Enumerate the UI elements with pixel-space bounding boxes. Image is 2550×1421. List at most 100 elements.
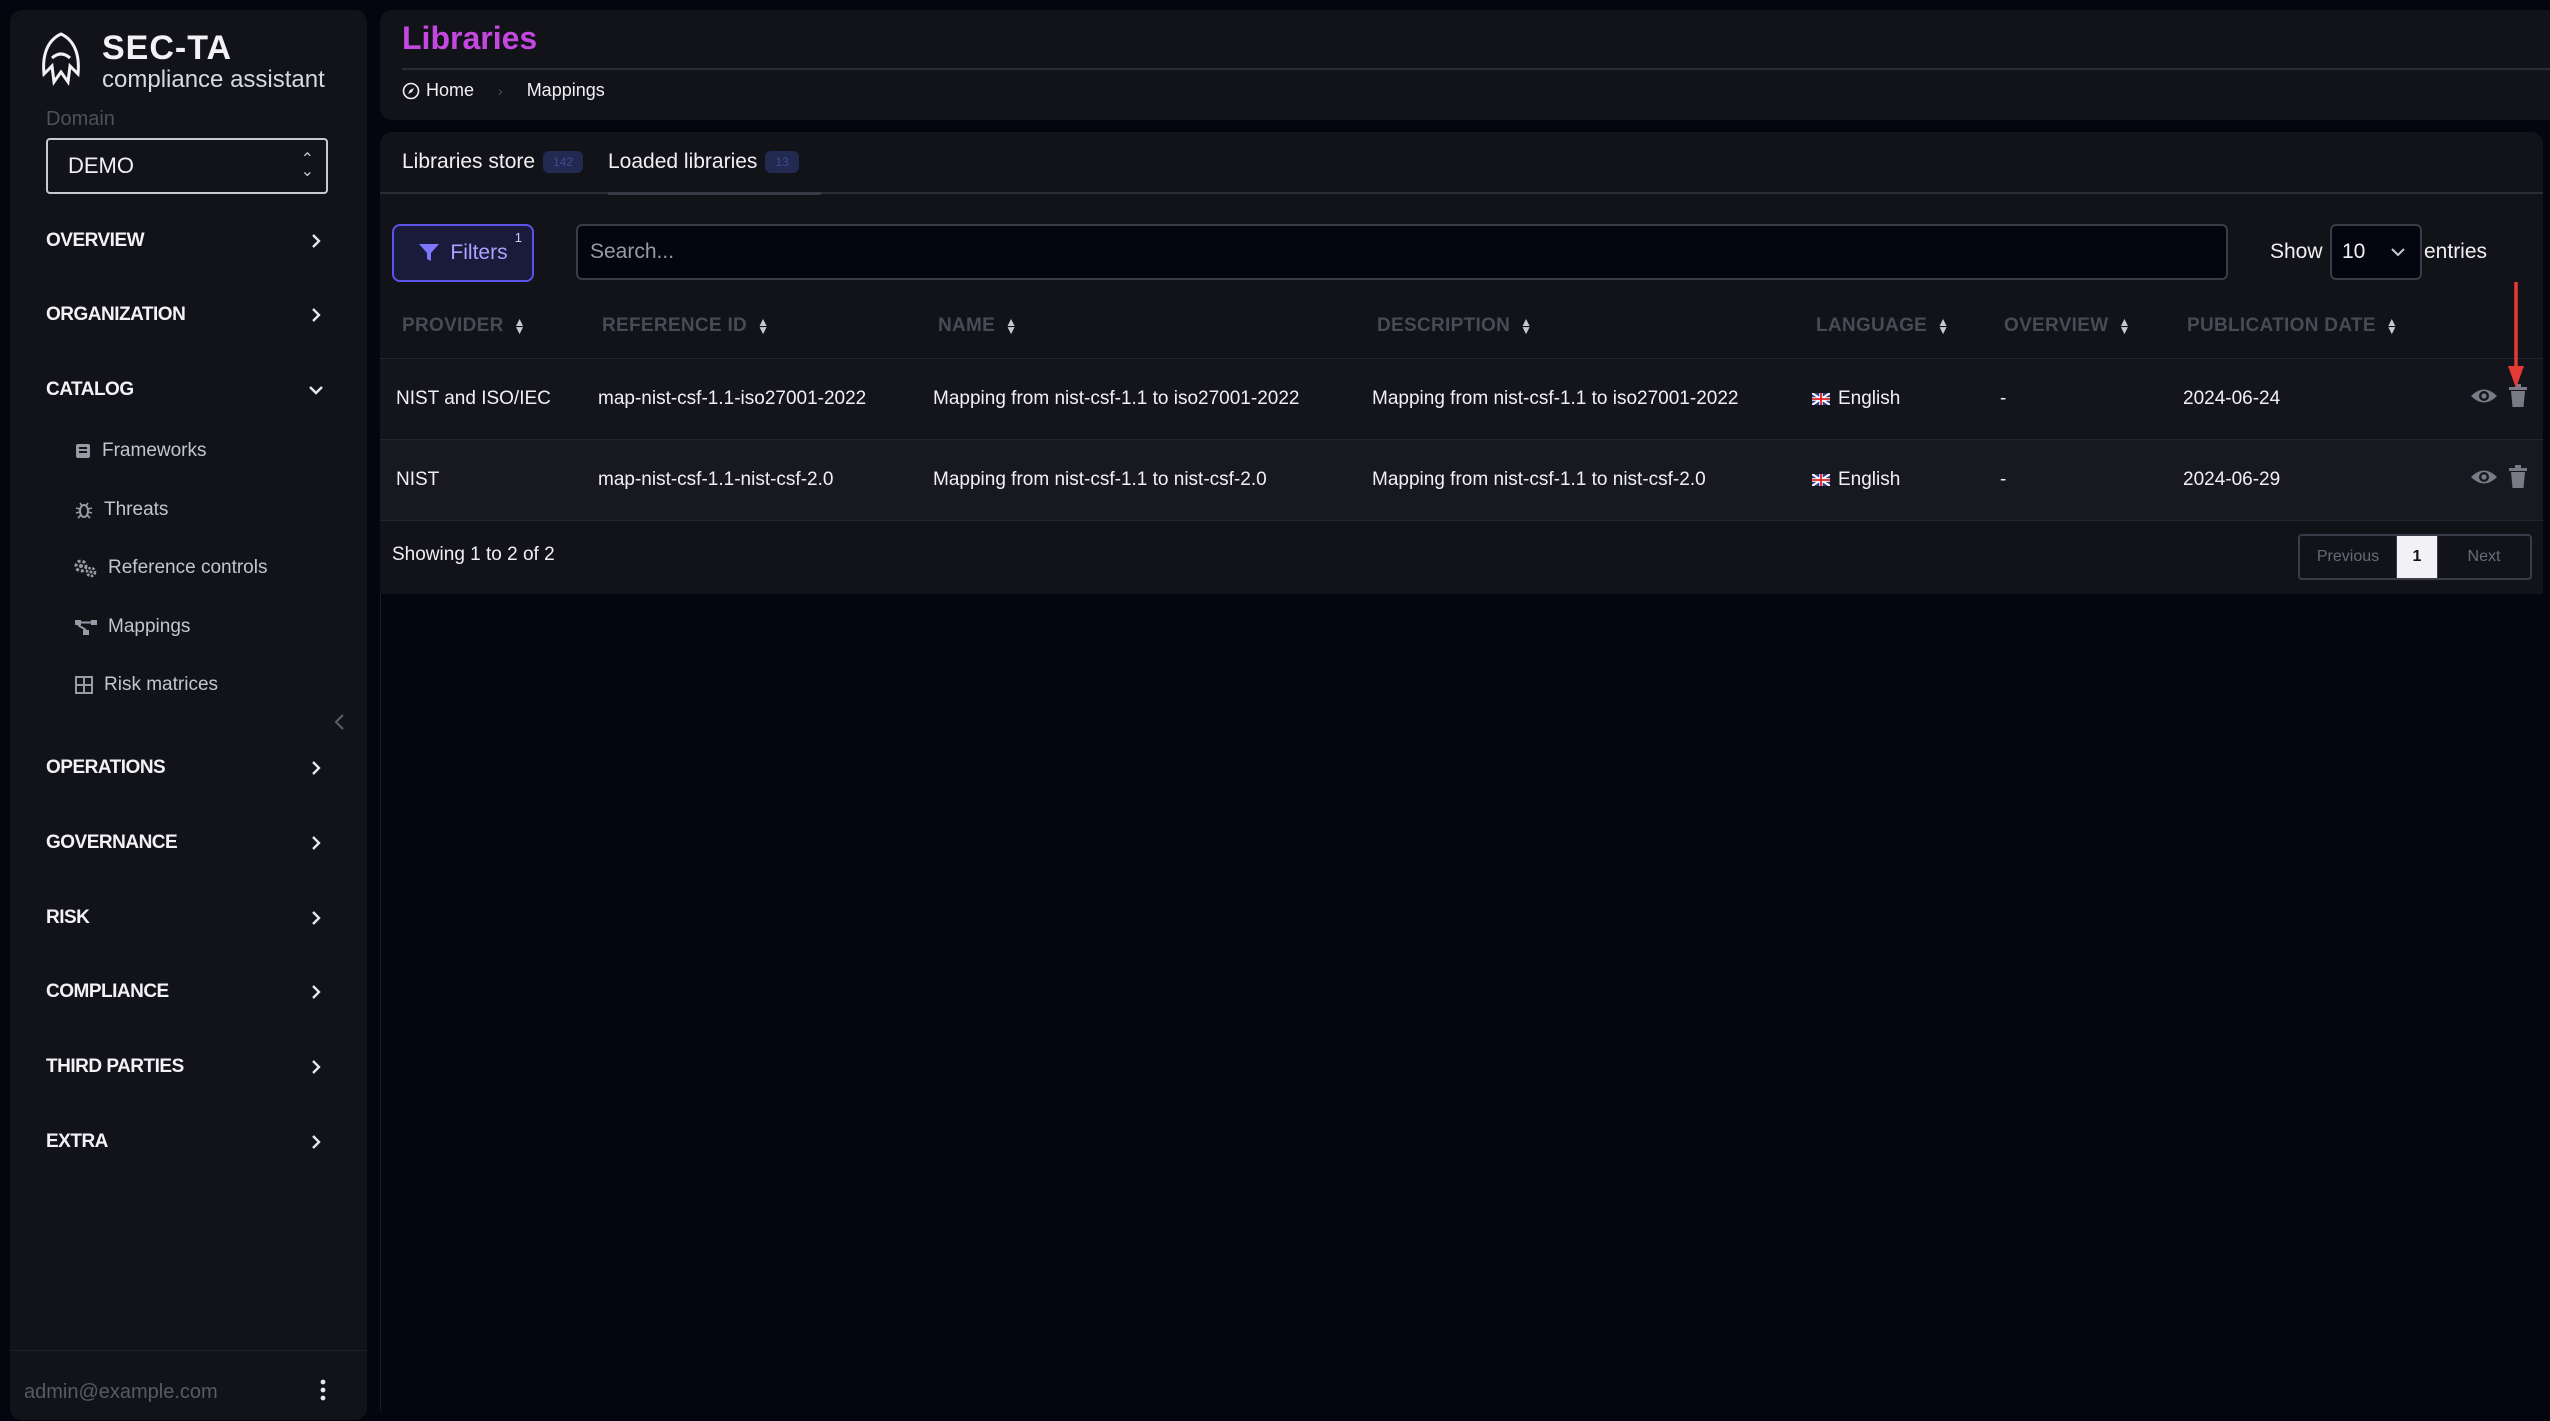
table-header: PROVIDER ▲ ▼ REFERENCE ID ▲ ▼ NAME ▲ ▼ DESCRIP… — [380, 294, 2543, 359]
user-email[interactable]: admin@example.com — [24, 1381, 218, 1404]
language-label: English — [1838, 469, 1901, 490]
column-label: OVERVIEW — [2004, 315, 2109, 336]
updown-icon: ⌃ ⌄ — [300, 151, 314, 180]
cell-language: English — [1812, 359, 1900, 439]
nav-third-parties[interactable]: THIRD PARTIES — [46, 1047, 326, 1087]
sidebar-item-frameworks[interactable]: Frameworks — [74, 433, 207, 469]
column-header-publication-date[interactable]: PUBLICATION DATE ▲ ▼ — [2187, 294, 2398, 358]
cell-description: Mapping from nist-csf-1.1 to iso27001-20… — [1372, 388, 1739, 409]
column-label: DESCRIPTION — [1377, 315, 1511, 336]
collapse-sidebar-icon[interactable] — [330, 710, 350, 734]
cell-provider: NIST and ISO/IEC — [396, 388, 551, 409]
tab-libraries-store[interactable]: Libraries store 142 — [402, 132, 584, 192]
entries-select[interactable]: 10 — [2330, 224, 2422, 280]
tab-loaded-libraries[interactable]: Loaded libraries 13 — [608, 132, 821, 195]
nav-compliance[interactable]: COMPLIANCE — [46, 972, 326, 1012]
domain-value: DEMO — [68, 153, 134, 178]
nav-extra[interactable]: EXTRA — [46, 1122, 326, 1162]
filters-button[interactable]: Filters 1 — [392, 224, 534, 282]
page-header: Libraries Home › Mappings — [380, 10, 2550, 120]
chevron-down-icon — [2391, 248, 2405, 257]
nav-catalog[interactable]: CATALOG — [46, 370, 326, 410]
brand[interactable]: SEC-TA compliance assistant — [38, 30, 325, 94]
count-badge: 142 — [543, 151, 584, 173]
column-header-overview[interactable]: OVERVIEW ▲ ▼ — [2004, 294, 2131, 358]
search-input[interactable] — [576, 224, 2228, 280]
column-header-language[interactable]: LANGUAGE ▲ ▼ — [1816, 294, 1949, 358]
column-header-reference-id[interactable]: REFERENCE ID ▲ ▼ — [602, 294, 769, 358]
table-row[interactable]: NIST map-nist-csf-1.1-nist-csf-2.0 Mappi… — [380, 440, 2543, 521]
sidebar-item-mappings[interactable]: Mappings — [74, 609, 190, 645]
nav-label: ORGANIZATION — [46, 304, 186, 325]
chevron-right-icon — [312, 1135, 321, 1149]
column-header-name[interactable]: NAME ▲ ▼ — [938, 294, 1017, 358]
cell-name: Mapping from nist-csf-1.1 to iso27001-20… — [933, 388, 1300, 409]
nav-governance[interactable]: GOVERNANCE — [46, 823, 326, 863]
sort-icon: ▲ ▼ — [2118, 315, 2131, 337]
column-header-provider[interactable]: PROVIDER ▲ ▼ — [402, 294, 526, 358]
domain-select[interactable]: DEMO ⌃ ⌄ — [46, 138, 328, 194]
eye-icon[interactable] — [2469, 385, 2499, 407]
table-row[interactable]: NIST and ISO/IEC map-nist-csf-1.1-iso270… — [380, 359, 2543, 440]
sidebar-item-label: Threats — [104, 499, 169, 520]
brand-subtitle: compliance assistant — [102, 66, 325, 93]
cell-reference-id: map-nist-csf-1.1-nist-csf-2.0 — [598, 469, 834, 490]
sidebar-item-reference-controls[interactable]: Reference controls — [74, 550, 267, 586]
previous-page-button[interactable]: Previous — [2300, 536, 2397, 578]
column-label: PROVIDER — [402, 315, 504, 336]
nav-label: OVERVIEW — [46, 230, 145, 251]
trash-icon[interactable] — [2507, 464, 2529, 490]
cell-reference-id: map-nist-csf-1.1-iso27001-2022 — [598, 388, 867, 409]
cell-overview: - — [2000, 388, 2007, 409]
nav-risk[interactable]: RISK — [46, 898, 326, 938]
column-label: PUBLICATION DATE — [2187, 315, 2376, 336]
nav-organization[interactable]: ORGANIZATION — [46, 295, 326, 335]
nav-operations[interactable]: OPERATIONS — [46, 748, 326, 788]
logo-icon — [42, 32, 80, 87]
chevron-right-icon — [312, 911, 321, 925]
language-label: English — [1838, 388, 1901, 409]
show-label: Show — [2270, 240, 2323, 263]
bug-icon — [75, 502, 93, 519]
sidebar-item-threats[interactable]: Threats — [74, 492, 168, 528]
next-page-button[interactable]: Next — [2437, 536, 2530, 578]
compass-icon — [402, 82, 420, 99]
breadcrumb-separator: › — [498, 82, 503, 99]
sort-icon: ▲ ▼ — [757, 315, 770, 337]
diagram-icon — [75, 620, 97, 635]
sidebar-item-risk-matrices[interactable]: Risk matrices — [74, 667, 218, 703]
tab-label: Libraries store — [402, 150, 536, 173]
uk-flag-icon — [1812, 393, 1830, 405]
entries-value: 10 — [2342, 240, 2366, 263]
breadcrumb-home[interactable]: Home — [426, 80, 474, 101]
sidebar-item-label: Mappings — [108, 616, 191, 637]
column-label: NAME — [938, 315, 996, 336]
eye-icon[interactable] — [2469, 466, 2499, 488]
nav-label: COMPLIANCE — [46, 981, 169, 1002]
column-label: REFERENCE ID — [602, 315, 748, 336]
entries-label: entries — [2424, 240, 2488, 263]
sort-icon: ▲ ▼ — [1937, 315, 1950, 337]
cell-publication-date: 2024-06-24 — [2183, 388, 2281, 409]
more-vertical-icon[interactable] — [317, 1377, 329, 1403]
cell-provider: NIST — [396, 469, 440, 490]
sidebar-item-label: Reference controls — [108, 557, 268, 578]
cell-overview: - — [2000, 469, 2007, 490]
domain-label: Domain — [46, 108, 115, 130]
gears-icon — [74, 559, 97, 578]
column-header-description[interactable]: DESCRIPTION ▲ ▼ — [1377, 294, 1532, 358]
cell-name: Mapping from nist-csf-1.1 to nist-csf-2.… — [933, 469, 1267, 490]
sidebar: SEC-TA compliance assistant Domain DEMO … — [10, 10, 367, 1420]
nav-label: GOVERNANCE — [46, 832, 178, 853]
divider — [402, 68, 2550, 70]
sort-icon: ▲ ▼ — [2385, 315, 2398, 337]
nav-overview[interactable]: OVERVIEW — [46, 221, 326, 261]
sort-icon: ▲ ▼ — [1005, 315, 1018, 337]
sort-icon: ▲ ▼ — [1520, 315, 1533, 337]
page-1-button[interactable]: 1 — [2397, 536, 2437, 578]
nav-label: THIRD PARTIES — [46, 1056, 184, 1077]
sidebar-item-label: Frameworks — [102, 440, 207, 461]
annotation-arrow-icon — [2508, 282, 2524, 388]
breadcrumb: Home › Mappings — [402, 80, 605, 101]
chevron-right-icon — [312, 761, 321, 775]
